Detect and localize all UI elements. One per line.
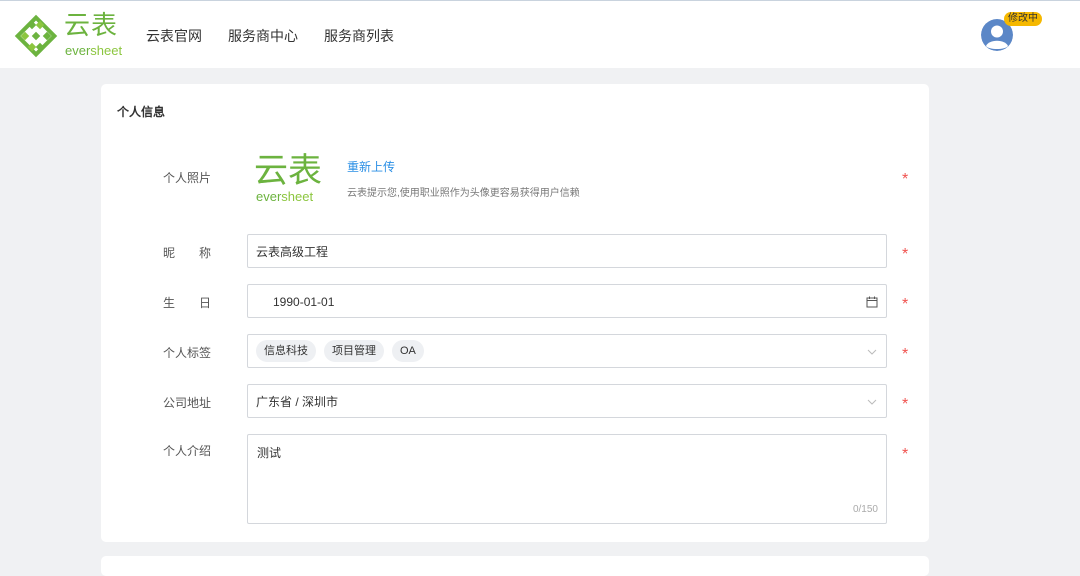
address-label: 公司地址 [163, 396, 212, 410]
required-mark: * [902, 296, 909, 313]
chevron-down-icon[interactable] [866, 396, 878, 408]
intro-label: 个人介绍 [163, 444, 212, 458]
chevron-down-icon[interactable] [866, 346, 878, 358]
card-title: 个人信息 [117, 105, 166, 119]
intro-value: 测试 [257, 446, 282, 460]
main-nav: 云表官网 服务商中心 服务商列表 [146, 26, 420, 46]
photo-label: 个人照片 [163, 171, 212, 185]
upload-hint: 云表提示您,使用职业照作为头像更容易获得用户信赖 [347, 188, 580, 199]
tag-list: 信息科技 项目管理 OA [256, 340, 432, 362]
nickname-value: 云表高级工程 [256, 245, 329, 259]
nickname-label: 昵 称 [163, 246, 212, 260]
next-card [101, 556, 929, 576]
eversheet-logo[interactable]: 云表 eversheet [14, 11, 124, 60]
status-badge: 修改中 [1004, 12, 1042, 26]
birthday-value: 1990-01-01 [273, 295, 335, 309]
photo-logo-cn: 云表 [254, 151, 322, 191]
required-mark: * [902, 446, 909, 463]
birthday-label: 生 日 [163, 296, 212, 310]
tags-select[interactable]: 信息科技 项目管理 OA [247, 334, 887, 368]
tag-chip[interactable]: 项目管理 [324, 340, 384, 362]
logo-text-en: eversheet [65, 43, 123, 58]
nav-item-provider-list[interactable]: 服务商列表 [324, 26, 394, 46]
address-value: 广东省 / 深圳市 [256, 395, 339, 409]
tag-chip[interactable]: OA [392, 340, 424, 362]
profile-card: 个人信息 个人照片 云表 eversheet 重新上传 云表提示您,使用职业照作… [101, 84, 929, 542]
required-mark: * [902, 171, 909, 188]
photo-logo-en: eversheet [256, 189, 314, 204]
required-mark: * [902, 246, 909, 263]
required-mark: * [902, 346, 909, 363]
calendar-icon[interactable] [866, 296, 878, 308]
birthday-date-picker[interactable]: 1990-01-01 [247, 284, 887, 318]
logo-text-cn: 云表 [64, 11, 119, 41]
logo-diamond-icon [14, 14, 58, 58]
tag-chip[interactable]: 信息科技 [256, 340, 316, 362]
intro-textarea[interactable]: 测试 0/150 [247, 434, 887, 524]
reupload-link[interactable]: 重新上传 [347, 158, 395, 175]
address-cascader[interactable]: 广东省 / 深圳市 [247, 384, 887, 418]
required-mark: * [902, 396, 909, 413]
nickname-input[interactable]: 云表高级工程 [247, 234, 887, 268]
top-bar: 云表 eversheet 云表官网 服务商中心 服务商列表 修改中 [0, 0, 1080, 68]
char-counter: 0/150 [852, 504, 878, 515]
profile-photo: 云表 eversheet [254, 152, 324, 206]
nav-item-provider-center[interactable]: 服务商中心 [228, 26, 298, 46]
tags-label: 个人标签 [163, 346, 212, 360]
nav-item-official-site[interactable]: 云表官网 [146, 26, 202, 46]
